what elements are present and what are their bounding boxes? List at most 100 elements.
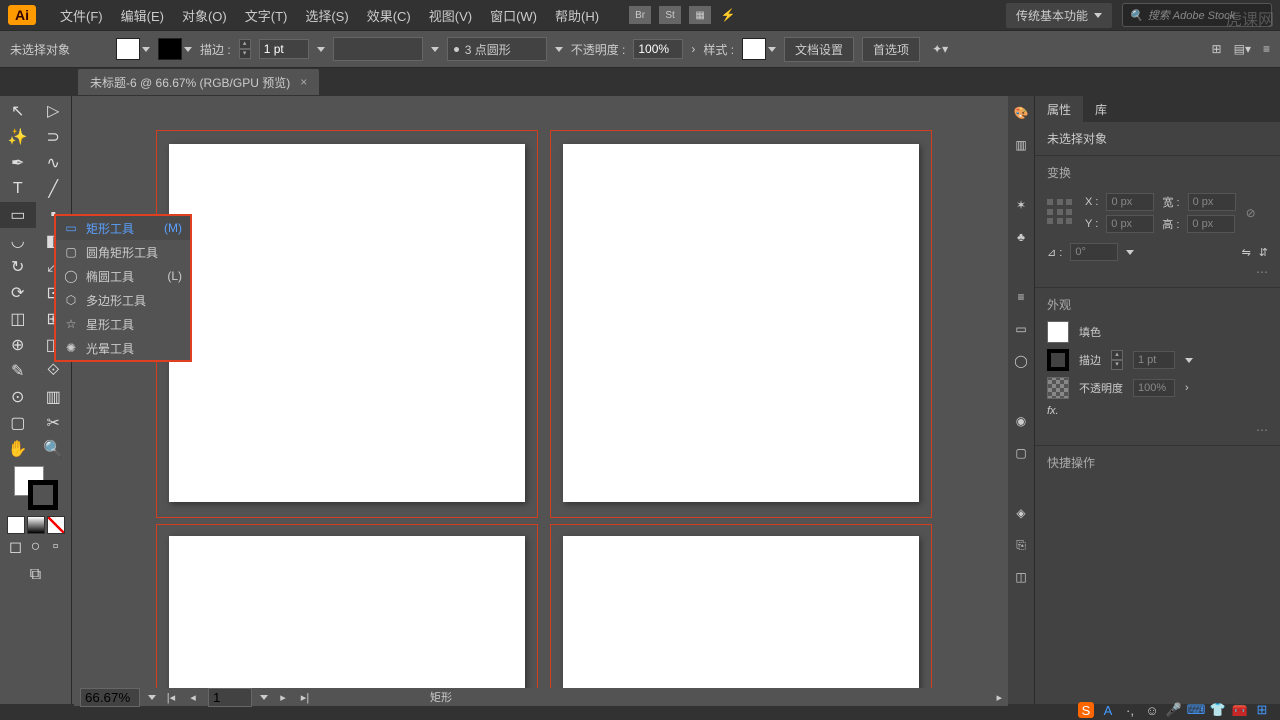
fill-stroke-swatches[interactable] xyxy=(14,466,58,510)
stroke-ap-stepper[interactable]: ▴▾ xyxy=(1111,350,1123,370)
reference-point-picker[interactable] xyxy=(1047,199,1075,227)
link-wh-icon[interactable]: ⊘ xyxy=(1246,206,1256,220)
artboard-tool[interactable]: ▢ xyxy=(0,410,36,436)
stroke-ap-dd[interactable] xyxy=(1185,358,1193,363)
pen-tool[interactable]: ✒ xyxy=(0,150,36,176)
lasso-tool[interactable]: ⊃ xyxy=(36,124,72,150)
doc-setup-button[interactable]: 文档设置 xyxy=(784,37,854,62)
menu-object[interactable]: 对象(O) xyxy=(174,1,235,30)
zoom-tool[interactable]: 🔍 xyxy=(36,436,72,462)
zoom-input[interactable] xyxy=(80,688,140,707)
rectangle-tool[interactable]: ▭ xyxy=(0,202,36,228)
fill-appearance-swatch[interactable] xyxy=(1047,321,1069,343)
menu-edit[interactable]: 编辑(E) xyxy=(113,1,172,30)
foreground-stroke[interactable] xyxy=(28,480,58,510)
angle-dd[interactable] xyxy=(1126,250,1134,255)
opacity-appearance-swatch[interactable] xyxy=(1047,377,1069,399)
last-artboard-button[interactable]: ▸| xyxy=(298,690,312,704)
stock-icon[interactable]: St xyxy=(659,6,681,24)
menu-effect[interactable]: 效果(C) xyxy=(359,1,419,30)
tray-mic-icon[interactable]: 🎤 xyxy=(1166,702,1182,718)
workspace-switcher[interactable]: 传统基本功能 xyxy=(1006,3,1112,28)
color-panel-icon[interactable]: 🎨 xyxy=(1012,104,1030,122)
tray-punct-icon[interactable]: ·, xyxy=(1122,702,1138,718)
properties-tab[interactable]: 属性 xyxy=(1035,96,1083,122)
color-mode-solid[interactable] xyxy=(7,516,25,534)
layers-panel-icon[interactable]: ◈ xyxy=(1012,504,1030,522)
menu-file[interactable]: 文件(F) xyxy=(52,1,111,30)
grid-icon[interactable]: ⊞ xyxy=(1212,42,1222,56)
brush-dd[interactable] xyxy=(555,47,563,52)
appearance-more-icon[interactable]: ⋯ xyxy=(1047,423,1268,437)
tray-keyboard-icon[interactable]: ⌨ xyxy=(1188,702,1204,718)
gpu-icon[interactable]: ⚡ xyxy=(719,6,737,24)
appearance-panel-icon[interactable]: ◉ xyxy=(1012,412,1030,430)
shaper-tool[interactable]: ◡ xyxy=(0,228,36,254)
angle-input[interactable] xyxy=(1070,243,1118,261)
fx-button[interactable]: fx. xyxy=(1047,405,1059,417)
close-tab-icon[interactable]: × xyxy=(300,75,307,89)
fill-swatch[interactable] xyxy=(116,38,150,60)
preferences-button[interactable]: 首选项 xyxy=(862,37,920,62)
stroke-ap-input[interactable] xyxy=(1133,351,1175,369)
mesh-tool[interactable]: ⊕ xyxy=(0,332,36,358)
artboard-nav-dd[interactable] xyxy=(260,695,268,700)
canvas-area[interactable] xyxy=(72,96,1008,704)
h-input[interactable] xyxy=(1187,215,1235,233)
first-artboard-button[interactable]: |◂ xyxy=(164,690,178,704)
eyedropper-tool[interactable]: ✎ xyxy=(0,358,36,384)
stroke-swatch[interactable] xyxy=(158,38,192,60)
artboard-nav-input[interactable] xyxy=(208,688,252,707)
flyout-star[interactable]: ☆星形工具 xyxy=(56,312,190,336)
opacity-ap-input[interactable] xyxy=(1133,379,1175,397)
stroke-panel-icon[interactable]: ≡ xyxy=(1012,288,1030,306)
line-tool[interactable]: ╱ xyxy=(36,176,72,202)
graph-tool[interactable]: ▥ xyxy=(36,384,72,410)
toggle-screen-icon[interactable]: ⧉ xyxy=(18,562,54,588)
next-artboard-button[interactable]: ▸ xyxy=(276,690,290,704)
tray-toolbox-icon[interactable]: 🧰 xyxy=(1232,702,1248,718)
zoom-dd[interactable] xyxy=(148,695,156,700)
direct-selection-tool[interactable]: ▷ xyxy=(36,98,72,124)
align-flyout-icon[interactable]: ✦▾ xyxy=(932,42,948,56)
menu-window[interactable]: 窗口(W) xyxy=(482,1,545,30)
symbol-sprayer-tool[interactable]: ⊙ xyxy=(0,384,36,410)
flyout-polygon[interactable]: ⬡多边形工具 xyxy=(56,288,190,312)
prev-artboard-button[interactable]: ◂ xyxy=(186,690,200,704)
stroke-appearance-swatch[interactable] xyxy=(1047,349,1069,371)
menu-help[interactable]: 帮助(H) xyxy=(547,1,607,30)
screen-mode-preview[interactable]: ▫ xyxy=(47,538,65,556)
shape-builder-tool[interactable]: ◫ xyxy=(0,306,36,332)
artboards-panel-icon[interactable]: ◫ xyxy=(1012,568,1030,586)
menu-view[interactable]: 视图(V) xyxy=(421,1,480,30)
flip-h-icon[interactable]: ⇋ xyxy=(1242,246,1251,259)
search-input[interactable]: 🔍 搜索 Adobe Stock xyxy=(1122,3,1272,27)
opacity-ap-flyout[interactable]: › xyxy=(1185,382,1189,394)
ime-icon[interactable]: S xyxy=(1078,702,1094,718)
flip-v-icon[interactable]: ⇵ xyxy=(1259,246,1268,259)
stroke-profile-dd[interactable] xyxy=(431,47,439,52)
hand-tool[interactable]: ✋ xyxy=(0,436,36,462)
magic-wand-tool[interactable]: ✨ xyxy=(0,124,36,150)
screen-mode-normal[interactable]: ◻ xyxy=(7,538,25,556)
libraries-tab[interactable]: 库 xyxy=(1083,96,1119,122)
graphic-styles-panel-icon[interactable]: ▢ xyxy=(1012,444,1030,462)
tray-grid-icon[interactable]: ⊞ xyxy=(1254,702,1270,718)
stroke-profile[interactable] xyxy=(333,37,423,61)
width-tool[interactable]: ⟳ xyxy=(0,280,36,306)
flyout-rounded-rectangle[interactable]: ▢圆角矩形工具 xyxy=(56,240,190,264)
selection-tool[interactable]: ↖ xyxy=(0,98,36,124)
align-icon[interactable]: ▤▾ xyxy=(1234,42,1251,56)
stroke-weight-input[interactable] xyxy=(259,39,309,59)
curvature-tool[interactable]: ∿ xyxy=(36,150,72,176)
status-flyout[interactable]: ▸ xyxy=(996,691,1002,704)
y-input[interactable] xyxy=(1106,215,1154,233)
tray-skin-icon[interactable]: 👕 xyxy=(1210,702,1226,718)
flyout-rectangle[interactable]: ▭矩形工具(M) xyxy=(56,216,190,240)
x-input[interactable] xyxy=(1106,193,1154,211)
screen-mode-full[interactable]: ○ xyxy=(27,538,45,556)
list-icon[interactable]: ≡ xyxy=(1263,42,1270,56)
gradient-panel-icon[interactable]: ▭ xyxy=(1012,320,1030,338)
rotate-tool[interactable]: ↻ xyxy=(0,254,36,280)
stroke-weight-dd[interactable] xyxy=(317,47,325,52)
